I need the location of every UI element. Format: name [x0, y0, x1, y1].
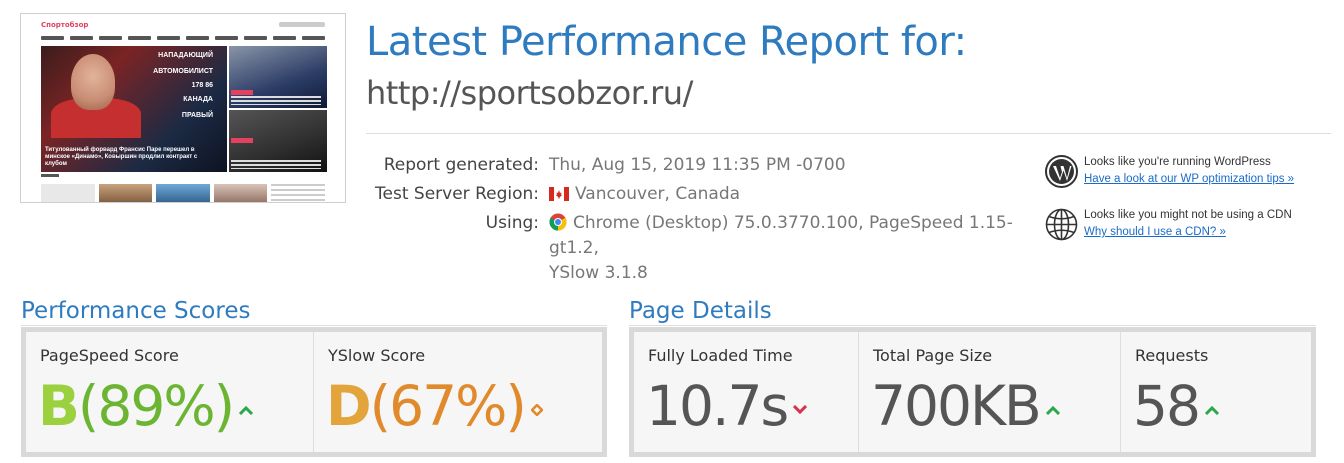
pagespeed-grade: B [38, 374, 80, 438]
wordpress-tip-text: Looks like you're running WordPress [1084, 156, 1271, 168]
yslow-score-cell[interactable]: YSlow Score D(67%) [314, 332, 602, 452]
trend-down-icon [793, 404, 808, 414]
thumbnail-side-story [229, 110, 327, 172]
performance-scores-title: Performance Scores [21, 298, 251, 324]
thumbnail-hero: НАПАДАЮЩИЙ АВТОМОБИЛИСТ 178 86 КАНАДА ПР… [41, 46, 227, 172]
requests-value: 58 [1133, 366, 1219, 446]
pagespeed-score-value: B(89%) [38, 366, 254, 446]
cdn-tip-text: Looks like you might not be using a CDN [1084, 209, 1292, 221]
report-generated-label: Report generated: [383, 155, 539, 175]
globe-icon [1045, 208, 1078, 241]
header-divider [366, 133, 1331, 134]
thumbnail-nav [41, 34, 325, 42]
canada-flag-icon [549, 187, 569, 201]
pagespeed-score-label: PageSpeed Score [40, 346, 179, 365]
thumbnail-hero-stat: ПРАВЫЙ [181, 112, 213, 119]
test-region-text: Vancouver, Canada [575, 184, 741, 204]
report-generated-value: Thu, Aug 15, 2019 11:35 PM -0700 [549, 155, 846, 175]
requests-cell[interactable]: Requests 58 [1121, 332, 1311, 452]
performance-scores-panel: PageSpeed Score B(89%) YSlow Score D(67%… [21, 327, 607, 457]
using-value-line2: YSlow 3.1.8 [549, 263, 648, 283]
fully-loaded-time-value: 10.7s [646, 366, 808, 446]
thumbnail-top-links [279, 22, 325, 27]
thumbnail-hero-stat: АВТОМОБИЛИСТ [153, 68, 213, 75]
thumbnail-side-story [229, 46, 327, 108]
using-value: Chrome (Desktop) 75.0.3770.100, PageSpee… [549, 211, 1049, 286]
page-details-rule [629, 325, 1316, 326]
thumbnail-logo: Спортобзор [41, 21, 89, 29]
wordpress-tip-link[interactable]: Have a look at our WP optimization tips … [1084, 173, 1294, 185]
thumbnail-hero-stat: НАПАДАЮЩИЙ [158, 52, 213, 59]
total-page-size-label: Total Page Size [873, 346, 993, 365]
chrome-icon [549, 213, 567, 231]
requests-number: 58 [1133, 374, 1201, 438]
pagespeed-percent: (89%) [77, 374, 235, 438]
pagespeed-score-cell[interactable]: PageSpeed Score B(89%) [26, 332, 314, 452]
using-label: Using: [485, 213, 539, 233]
thumbnail-hero-stat: КАНАДА [183, 96, 213, 103]
test-region-value: Vancouver, Canada [549, 182, 740, 207]
using-value-line1: Chrome (Desktop) 75.0.3770.100, PageSpee… [549, 213, 1013, 258]
yslow-score-label: YSlow Score [328, 346, 426, 365]
trend-up-icon [1205, 405, 1219, 415]
yslow-percent: (67%) [369, 374, 527, 438]
thumbnail-row-label [41, 174, 59, 177]
wordpress-icon [1045, 155, 1078, 188]
total-page-size-number: 700KB [871, 374, 1042, 438]
test-region-label: Test Server Region: [375, 184, 539, 204]
total-page-size-cell[interactable]: Total Page Size 700KB [859, 332, 1121, 452]
fully-loaded-time-label: Fully Loaded Time [648, 346, 793, 365]
cdn-tip-link[interactable]: Why should I use a CDN? » [1084, 226, 1226, 238]
performance-scores-rule [21, 325, 607, 326]
yslow-grade: D [326, 374, 372, 438]
total-page-size-value: 700KB [871, 366, 1060, 446]
trend-up-icon [239, 405, 254, 415]
thumbnail-hero-caption: Титулованный форвард Франсис Паре переше… [45, 147, 198, 167]
tested-url[interactable]: http://sportsobzor.ru/ [366, 74, 693, 112]
yslow-score-value: D(67%) [326, 366, 543, 446]
fully-loaded-time-number: 10.7s [646, 374, 789, 438]
trend-up-icon [1045, 405, 1060, 415]
fully-loaded-time-cell[interactable]: Fully Loaded Time 10.7s [634, 332, 859, 452]
thumbnail-news-row [41, 174, 325, 202]
page-title: Latest Performance Report for: [366, 19, 967, 65]
requests-label: Requests [1135, 346, 1209, 365]
thumbnail-hero-stat: 178 86 [191, 82, 213, 89]
site-thumbnail: Спортобзор НАПАДАЮЩИЙ АВТОМОБИЛИСТ 178 8… [20, 13, 346, 203]
thumbnail-topbar: Спортобзор [41, 19, 325, 31]
page-details-panel: Fully Loaded Time 10.7s Total Page Size … [629, 327, 1316, 457]
trend-neutral-icon [530, 403, 543, 416]
page-details-title: Page Details [629, 298, 772, 324]
